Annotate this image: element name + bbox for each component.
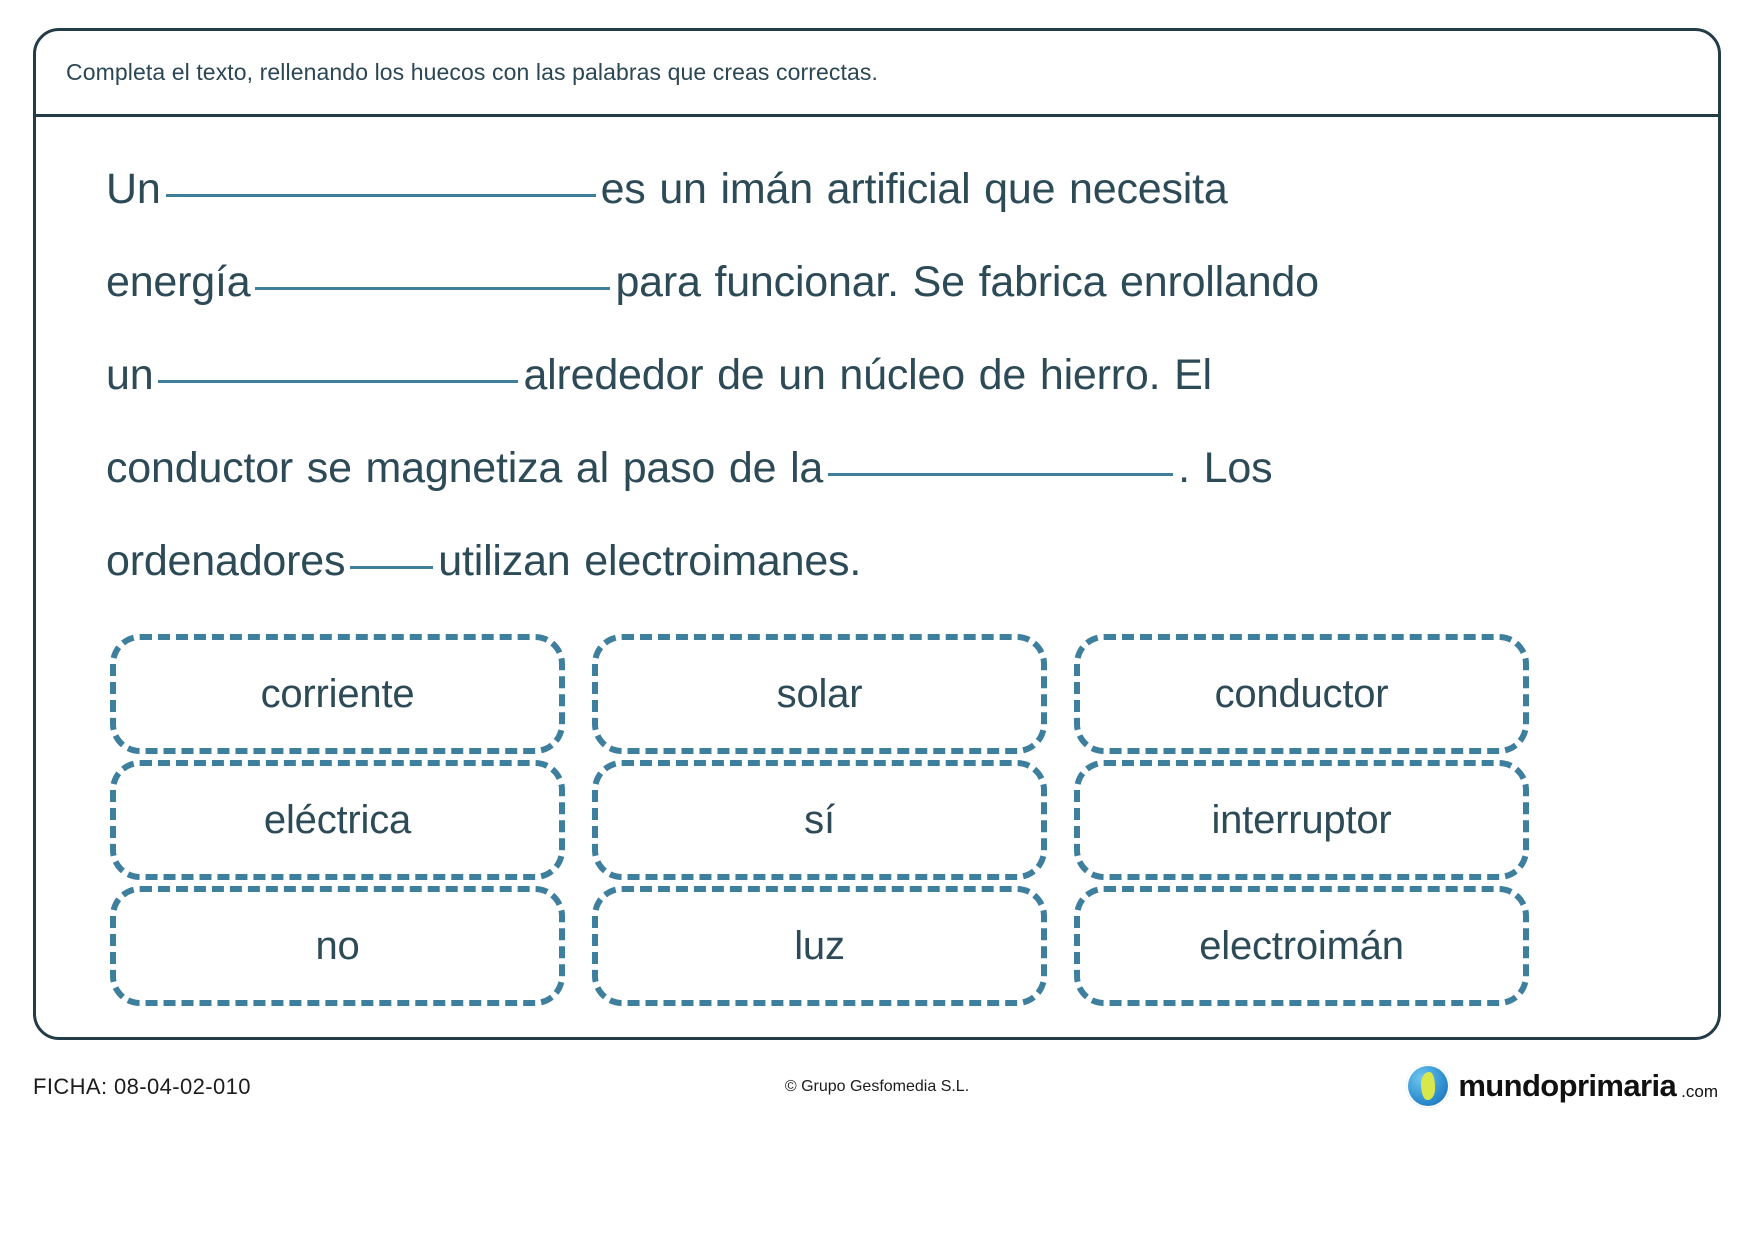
word-card-label: corriente	[260, 671, 415, 716]
instruction-text: Completa el texto, rellenando los huecos…	[66, 59, 878, 85]
worksheet-sheet: Completa el texto, rellenando los huecos…	[33, 28, 1721, 1040]
word-card[interactable]: no	[110, 886, 565, 1006]
word-card-label: no	[315, 923, 360, 968]
blank-2[interactable]	[255, 287, 611, 290]
mundoprimaria-logo[interactable]: mundoprimaria .com	[1406, 1064, 1718, 1108]
word-card[interactable]: conductor	[1074, 634, 1529, 754]
worksheet-body: Un es un imán artificial que necesita ener…	[36, 117, 1718, 1006]
blank-1[interactable]	[165, 194, 596, 197]
logo-tld: .com	[1681, 1082, 1718, 1101]
word-card-label: electroimán	[1199, 923, 1404, 968]
cloze-text-10: utilizan electroimanes.	[438, 537, 862, 585]
logo-wordmark: mundoprimaria	[1458, 1068, 1677, 1103]
cloze-text-7: conductor se magnetiza al paso de la	[106, 444, 824, 492]
cloze-text-6: alrededor de un núcleo de hierro. El	[523, 351, 1212, 399]
word-card[interactable]: luz	[592, 886, 1047, 1006]
word-card[interactable]: solar	[592, 634, 1047, 754]
cloze-paragraph: Un es un imán artificial que necesita ener…	[106, 143, 1658, 608]
word-card[interactable]: corriente	[110, 634, 565, 754]
instruction-bar: Completa el texto, rellenando los huecos…	[36, 31, 1718, 117]
blank-3[interactable]	[158, 380, 519, 383]
word-card-label: interruptor	[1211, 797, 1392, 842]
globe-icon	[1406, 1064, 1451, 1108]
page-footer: FICHA: 08-04-02-010 © Grupo Gesfomedia S…	[0, 1060, 1754, 1140]
cloze-text-9: ordenadores	[106, 537, 346, 585]
word-card[interactable]: electroimán	[1074, 886, 1529, 1006]
cloze-text-4: para funcionar. Se fabrica enrollando	[615, 258, 1319, 306]
word-card-label: sí	[804, 797, 835, 842]
blank-5[interactable]	[350, 566, 434, 569]
word-card-label: solar	[776, 671, 863, 716]
cloze-text-5: un	[106, 351, 154, 399]
word-card-label: conductor	[1214, 671, 1389, 716]
cloze-text-2: es un imán artificial que necesita	[600, 165, 1228, 213]
word-card-label: eléctrica	[263, 797, 412, 842]
blank-4[interactable]	[828, 473, 1174, 476]
word-bank: corriente solar conductor eléctrica sí i…	[106, 634, 1658, 1006]
word-card[interactable]: interruptor	[1074, 760, 1529, 880]
word-card[interactable]: eléctrica	[110, 760, 565, 880]
word-card-label: luz	[794, 923, 845, 968]
cloze-text-8: . Los	[1178, 444, 1273, 492]
cloze-text-3: energía	[106, 258, 251, 306]
word-card[interactable]: sí	[592, 760, 1047, 880]
cloze-text-1: Un	[106, 165, 161, 213]
